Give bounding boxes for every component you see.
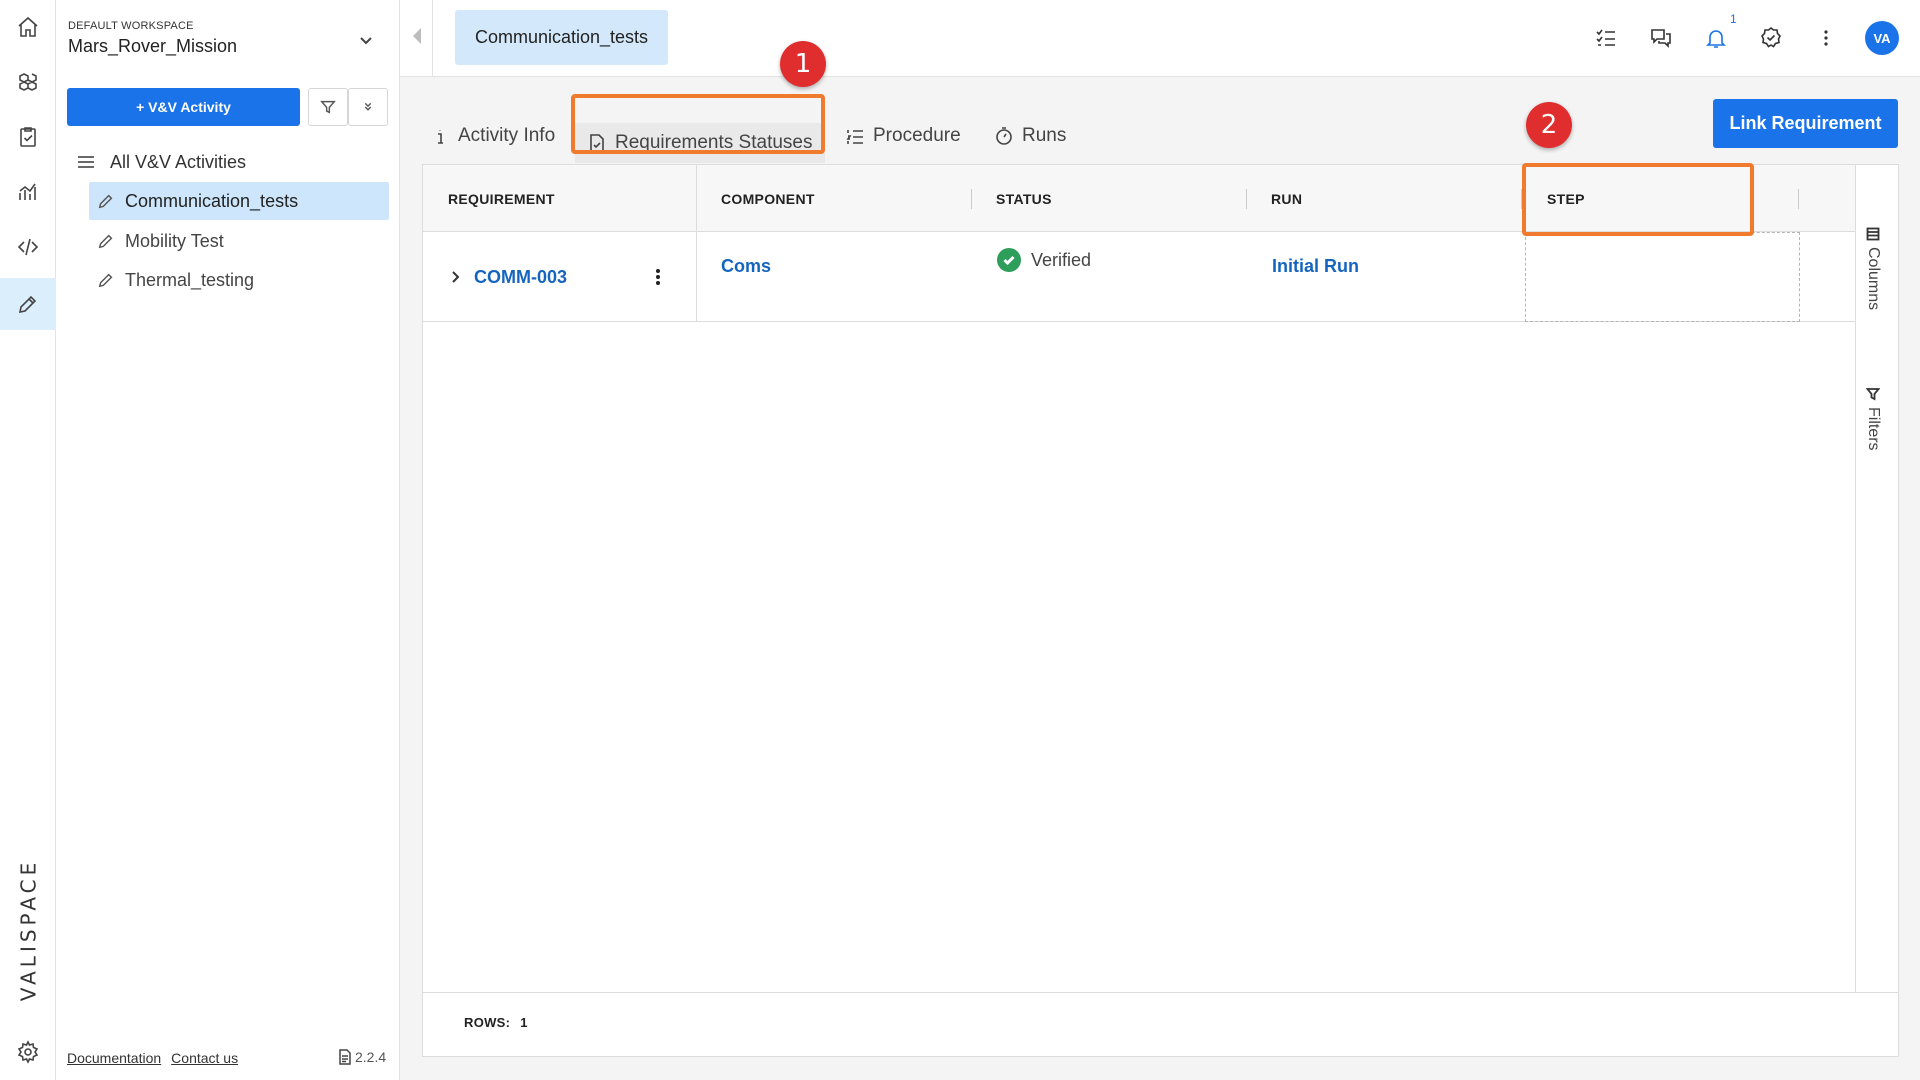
column-header-status[interactable]: STATUS	[996, 165, 1052, 232]
requirement-cell: COMM-003	[448, 232, 567, 322]
chevron-right-icon[interactable]	[448, 269, 464, 285]
sidebar-item-communication-tests[interactable]: Communication_tests	[89, 182, 389, 220]
task-list-icon[interactable]	[1592, 24, 1620, 52]
columns-panel-tab[interactable]: Columns	[1864, 227, 1882, 310]
expand-all-button[interactable]	[348, 88, 388, 126]
numbered-list-icon	[846, 130, 863, 144]
modules-icon[interactable]	[0, 60, 56, 104]
main-content: Activity Info Requirements Statuses Proc…	[400, 41, 1920, 1080]
columns-label: Columns	[1865, 247, 1882, 311]
app-rail: VALISPACE	[0, 0, 56, 1080]
rows-label: ROWS:	[464, 1015, 511, 1030]
add-vv-activity-button[interactable]: + V&V Activity	[67, 88, 300, 126]
avatar[interactable]: VA	[1865, 21, 1899, 55]
contact-us-link[interactable]: Contact us	[171, 1050, 238, 1066]
sidebar-item-label: Thermal_testing	[125, 269, 255, 290]
sidebar: DEFAULT WORKSPACE Mars_Rover_Mission + V…	[56, 0, 400, 1080]
sidebar-footer: Documentation Contact us	[67, 1050, 238, 1066]
component-cell: Coms	[721, 252, 771, 280]
list-icon	[78, 156, 94, 168]
filters-label: Filters	[1865, 407, 1882, 451]
requirements-grid: REQUIREMENT COMPONENT STATUS RUN STEP CO…	[422, 102, 1899, 1057]
code-icon[interactable]	[0, 225, 56, 269]
grid-footer: ROWS: 1	[423, 992, 1898, 1056]
annotation-badge-1: 1	[780, 41, 826, 87]
clipboard-check-icon[interactable]	[0, 115, 56, 159]
column-separator[interactable]	[1246, 189, 1247, 209]
tab-label: Runs	[1022, 125, 1067, 146]
status-text: Verified	[1031, 249, 1092, 270]
rows-value: 1	[520, 1015, 528, 1030]
highlight-step-column	[1522, 163, 1754, 236]
filter-button[interactable]	[308, 88, 348, 126]
chat-icon[interactable]	[1647, 24, 1675, 52]
workspace-label: DEFAULT WORKSPACE	[68, 20, 194, 32]
run-cell: Initial Run	[1272, 252, 1359, 280]
step-cell[interactable]	[1525, 232, 1800, 322]
home-icon[interactable]	[0, 5, 56, 49]
tree-root-label: All V&V Activities	[110, 151, 247, 172]
row-count: ROWS: 1	[464, 1015, 528, 1030]
component-link[interactable]: Coms	[721, 256, 771, 277]
row-actions-button[interactable]	[655, 232, 661, 322]
gear-icon[interactable]	[0, 1030, 56, 1074]
documentation-link[interactable]: Documentation	[67, 1050, 161, 1066]
filter-icon	[1866, 388, 1880, 401]
tree-root-all-activities[interactable]: All V&V Activities	[76, 150, 246, 174]
pen-icon	[98, 234, 113, 249]
notification-count: 1	[1730, 12, 1737, 26]
tab-procedure[interactable]: Procedure	[845, 119, 961, 153]
pen-icon	[98, 273, 113, 288]
annotation-badge-2: 2	[1526, 102, 1572, 148]
columns-icon	[1866, 227, 1880, 241]
open-tab-communication-tests[interactable]: Communication_tests	[455, 10, 668, 65]
check-badge-icon[interactable]	[1757, 24, 1785, 52]
tab-label: Procedure	[873, 125, 961, 146]
version-info: 2.2.4	[338, 1049, 386, 1065]
chevron-down-icon[interactable]	[356, 30, 376, 50]
version-number: 2.2.4	[355, 1049, 387, 1065]
tab-runs[interactable]: Runs	[994, 119, 1066, 153]
filters-panel-tab[interactable]: Filters	[1864, 387, 1882, 451]
pen-icon	[98, 194, 113, 209]
column-header-component[interactable]: COMPONENT	[721, 165, 815, 232]
sidebar-item-mobility-test[interactable]: Mobility Test	[89, 222, 389, 260]
tab-label: Activity Info	[458, 125, 556, 146]
valispace-logo: VALISPACE	[16, 858, 41, 1002]
column-separator[interactable]	[971, 189, 972, 209]
divider	[432, 0, 433, 77]
timer-icon	[996, 127, 1012, 145]
pen-icon[interactable]	[0, 278, 56, 330]
column-header-requirement[interactable]: REQUIREMENT	[448, 165, 555, 232]
status-cell: Verified	[997, 246, 1091, 274]
analytics-icon[interactable]	[0, 170, 56, 214]
sidebar-item-label: Mobility Test	[125, 230, 224, 251]
grid-side-panel: Columns Filters	[1855, 165, 1898, 992]
column-separator[interactable]	[1798, 189, 1799, 209]
run-link[interactable]: Initial Run	[1272, 256, 1359, 277]
info-icon	[438, 130, 443, 144]
document-icon	[339, 1049, 351, 1065]
workspace-name[interactable]: Mars_Rover_Mission	[68, 36, 237, 57]
highlight-requirements-statuses-tab	[571, 94, 825, 154]
status-badge: Verified	[997, 248, 1091, 272]
collapse-sidebar-icon[interactable]	[410, 26, 424, 46]
double-chevron-down-icon	[364, 102, 372, 111]
sidebar-item-label: Communication_tests	[125, 190, 299, 211]
column-header-run[interactable]: RUN	[1271, 165, 1302, 232]
more-vertical-icon	[656, 269, 660, 285]
tab-activity-info[interactable]: Activity Info	[430, 119, 555, 153]
requirement-link[interactable]: COMM-003	[474, 267, 567, 288]
sidebar-item-thermal-testing[interactable]: Thermal_testing	[89, 261, 389, 299]
more-vertical-icon[interactable]	[1812, 24, 1840, 52]
check-circle-icon	[997, 248, 1021, 272]
bell-icon[interactable]	[1702, 24, 1730, 52]
link-requirement-button[interactable]: Link Requirement	[1713, 99, 1898, 148]
filter-icon	[320, 100, 336, 114]
top-bar: Communication_tests 1 VA	[400, 0, 1920, 77]
